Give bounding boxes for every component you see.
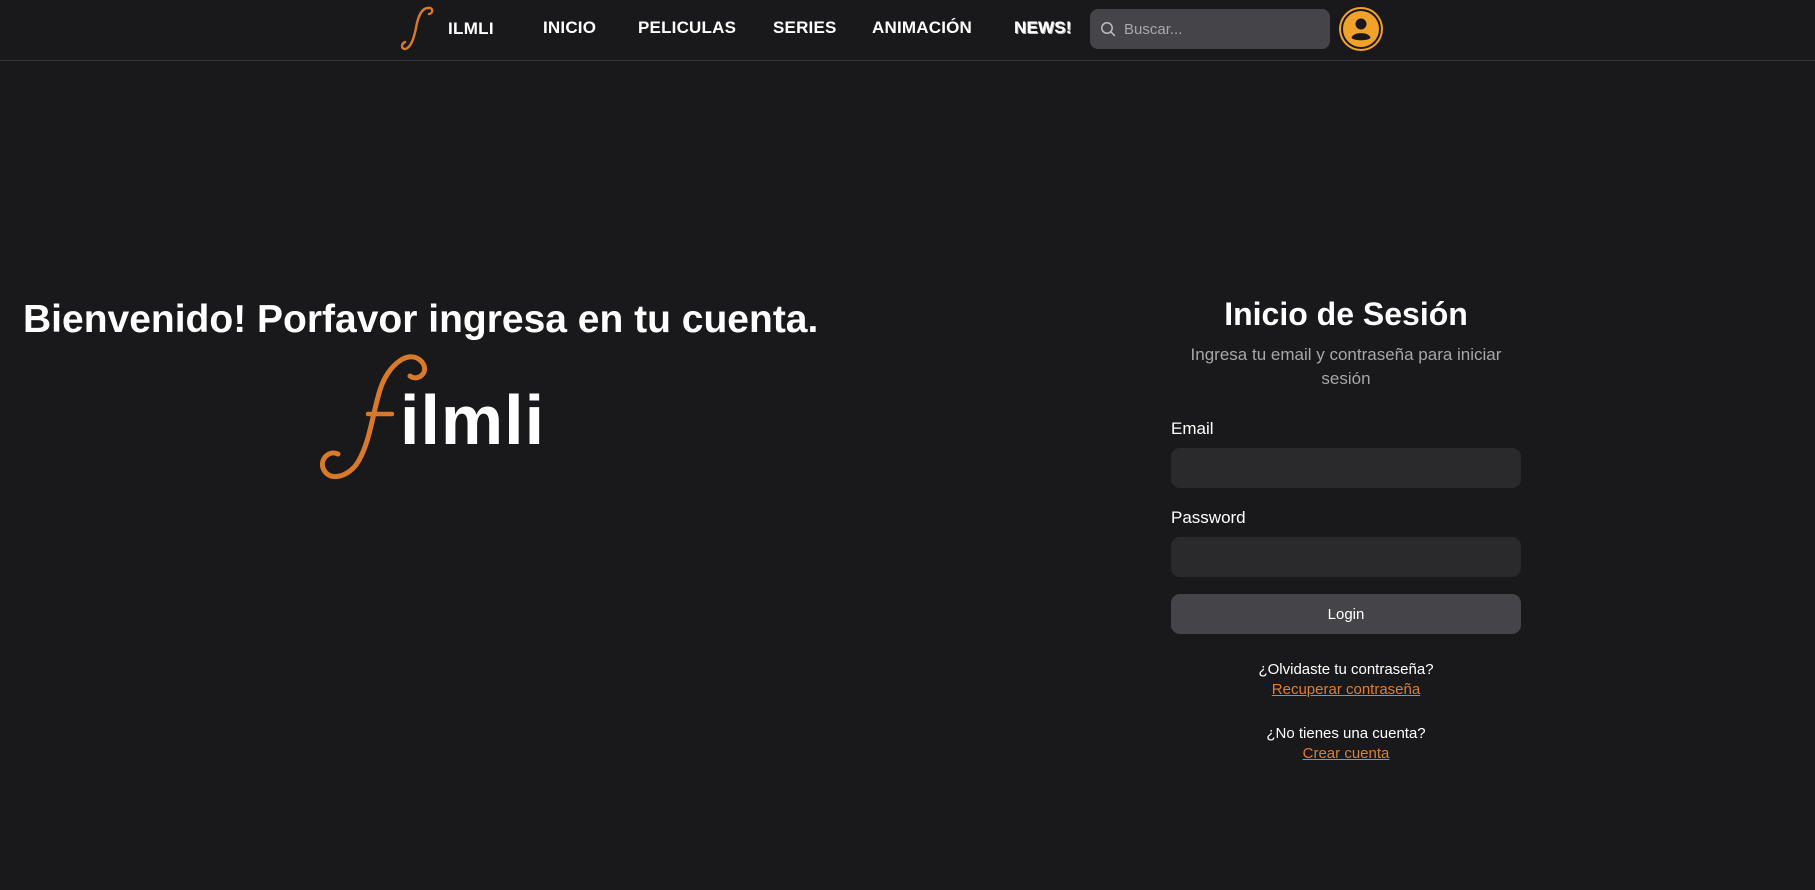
brand-name: ILMLI <box>448 19 494 38</box>
brand-large-logo: ilmli <box>318 350 558 490</box>
nav-news[interactable]: NEWS! <box>1014 18 1072 38</box>
login-button[interactable]: Login <box>1171 594 1521 634</box>
email-field[interactable] <box>1171 448 1521 488</box>
search-input[interactable] <box>1124 20 1324 38</box>
user-icon <box>1344 12 1378 46</box>
password-label: Password <box>1171 508 1246 527</box>
script-f-logo-icon <box>400 6 434 51</box>
top-navbar: ILMLI INICIO PELICULAS SERIES ANIMACIÓN … <box>0 0 1815 61</box>
create-account-link[interactable]: Crear cuenta <box>1303 744 1390 764</box>
signup-question: ¿No tienes una cuenta? <box>1266 725 1426 742</box>
email-label: Email <box>1171 419 1214 438</box>
search-icon <box>1101 22 1116 37</box>
brand-logo[interactable]: ILMLI <box>400 4 500 54</box>
signup-block: ¿No tienes una cuenta? Crear cuenta <box>1171 724 1521 764</box>
brand-large-name: ilmli <box>400 381 546 459</box>
forgot-password-question: ¿Olvidaste tu contraseña? <box>1258 661 1434 678</box>
login-subtitle: Ingresa tu email y contraseña para inici… <box>1190 345 1502 388</box>
welcome-heading: Bienvenido! Porfavor ingresa en tu cuent… <box>23 298 819 341</box>
search-box[interactable] <box>1090 9 1330 49</box>
forgot-password-block: ¿Olvidaste tu contraseña? Recuperar cont… <box>1171 660 1521 700</box>
nav-peliculas[interactable]: PELICULAS <box>638 18 736 38</box>
nav-inicio[interactable]: INICIO <box>543 18 596 38</box>
password-field[interactable] <box>1171 537 1521 577</box>
login-title: Inicio de Sesión <box>1224 296 1468 332</box>
nav-series[interactable]: SERIES <box>773 18 837 38</box>
nav-animacion[interactable]: ANIMACIÓN <box>872 18 972 38</box>
recover-password-link[interactable]: Recuperar contraseña <box>1272 680 1420 700</box>
user-avatar-button[interactable] <box>1341 9 1381 49</box>
login-panel: Inicio de Sesión Ingresa tu email y cont… <box>1171 296 1521 764</box>
